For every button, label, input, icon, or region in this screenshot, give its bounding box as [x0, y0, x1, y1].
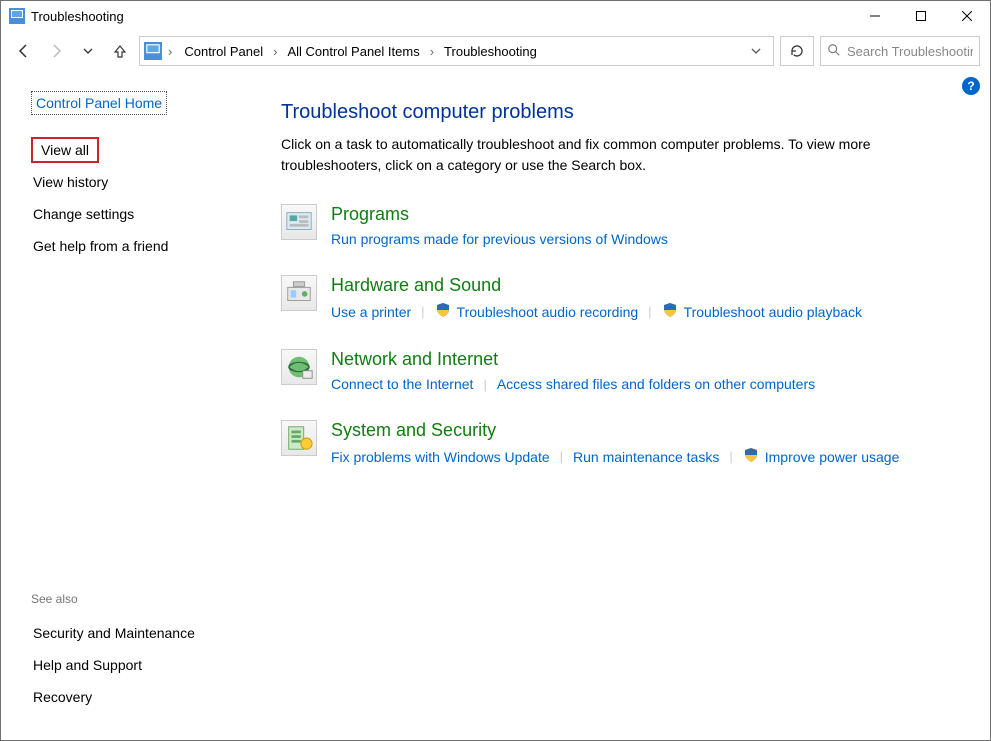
chevron-right-icon[interactable]: ›	[428, 44, 436, 59]
task-link-label: Run programs made for previous versions …	[331, 231, 668, 247]
help-icon[interactable]: ?	[962, 77, 980, 95]
content-area: Control Panel Home View all View history…	[1, 71, 990, 740]
back-button[interactable]	[11, 38, 37, 64]
uac-shield-icon	[435, 302, 451, 321]
close-button[interactable]	[944, 1, 990, 31]
category-links: Fix problems with Windows Update | Run mai…	[331, 447, 899, 466]
recent-locations-button[interactable]	[75, 38, 101, 64]
task-link-label: Improve power usage	[765, 449, 900, 465]
category-programs: Programs Run programs made for previous v…	[281, 204, 960, 247]
link-separator: |	[729, 449, 732, 464]
seealso-recovery[interactable]: Recovery	[31, 684, 94, 710]
task-link[interactable]: Connect to the Internet	[331, 376, 473, 392]
search-box[interactable]	[820, 36, 980, 66]
task-link[interactable]: Troubleshoot audio playback	[662, 302, 863, 321]
window-title: Troubleshooting	[31, 9, 852, 24]
programs-icon	[281, 204, 317, 240]
sidebar-view-history[interactable]: View history	[31, 169, 110, 195]
link-separator: |	[560, 449, 563, 464]
sidebar: Control Panel Home View all View history…	[1, 71, 251, 740]
page-heading: Troubleshoot computer problems	[281, 101, 960, 124]
task-link-label: Troubleshoot audio playback	[684, 304, 863, 320]
task-link-label: Fix problems with Windows Update	[331, 449, 550, 465]
sidebar-get-help[interactable]: Get help from a friend	[31, 233, 170, 259]
task-link-label: Access shared files and folders on other…	[497, 376, 815, 392]
address-dropdown-button[interactable]	[743, 38, 769, 64]
maximize-button[interactable]	[898, 1, 944, 31]
main-panel: Troubleshoot computer problems Click on …	[251, 71, 990, 740]
task-link[interactable]: Run maintenance tasks	[573, 449, 719, 465]
task-link-label: Connect to the Internet	[331, 376, 473, 392]
seealso-security[interactable]: Security and Maintenance	[31, 620, 197, 646]
hardware-icon	[281, 275, 317, 311]
seealso-help[interactable]: Help and Support	[31, 652, 144, 678]
uac-shield-icon	[743, 447, 759, 466]
breadcrumb-troubleshooting[interactable]: Troubleshooting	[438, 42, 543, 61]
breadcrumb: Control Panel › All Control Panel Items …	[178, 42, 739, 61]
chevron-right-icon[interactable]: ›	[166, 44, 174, 59]
category-network-and-internet: Network and Internet Connect to the Inter…	[281, 349, 960, 392]
task-link[interactable]: Troubleshoot audio recording	[435, 302, 639, 321]
task-link[interactable]: Fix problems with Windows Update	[331, 449, 550, 465]
category-title[interactable]: Programs	[331, 204, 668, 225]
refresh-button[interactable]	[780, 36, 814, 66]
category-title[interactable]: Hardware and Sound	[331, 275, 862, 296]
category-system-and-security: System and Security Fix problems with Win…	[281, 420, 960, 466]
minimize-button[interactable]	[852, 1, 898, 31]
forward-button[interactable]	[43, 38, 69, 64]
task-link-label: Troubleshoot audio recording	[457, 304, 639, 320]
category-links: Use a printer | Troubleshoot audio recordi…	[331, 302, 862, 321]
search-icon	[827, 43, 841, 60]
category-title[interactable]: System and Security	[331, 420, 899, 441]
location-icon	[144, 42, 162, 60]
task-link-label: Use a printer	[331, 304, 411, 320]
system-icon	[281, 420, 317, 456]
page-intro: Click on a task to automatically trouble…	[281, 134, 960, 176]
network-icon	[281, 349, 317, 385]
titlebar: Troubleshooting	[1, 1, 990, 31]
task-link[interactable]: Improve power usage	[743, 447, 900, 466]
category-links: Connect to the Internet | Access shared fi…	[331, 376, 815, 392]
link-separator: |	[421, 304, 424, 319]
link-separator: |	[483, 377, 486, 392]
see-also-header: See also	[31, 592, 78, 606]
category-hardware-and-sound: Hardware and Sound Use a printer | Troubles…	[281, 275, 960, 321]
control-panel-home-link[interactable]: Control Panel Home	[31, 91, 167, 115]
address-bar[interactable]: › Control Panel › All Control Panel Item…	[139, 36, 774, 66]
task-link[interactable]: Run programs made for previous versions …	[331, 231, 668, 247]
toolbar: › Control Panel › All Control Panel Item…	[1, 31, 990, 71]
search-input[interactable]	[847, 44, 973, 59]
breadcrumb-control-panel[interactable]: Control Panel	[178, 42, 269, 61]
category-title[interactable]: Network and Internet	[331, 349, 815, 370]
chevron-right-icon[interactable]: ›	[271, 44, 279, 59]
app-icon	[9, 8, 25, 24]
uac-shield-icon	[662, 302, 678, 321]
sidebar-change-settings[interactable]: Change settings	[31, 201, 136, 227]
sidebar-view-all[interactable]: View all	[31, 137, 99, 163]
task-link[interactable]: Use a printer	[331, 304, 411, 320]
task-link-label: Run maintenance tasks	[573, 449, 719, 465]
task-link[interactable]: Access shared files and folders on other…	[497, 376, 815, 392]
category-links: Run programs made for previous versions …	[331, 231, 668, 247]
up-button[interactable]	[107, 38, 133, 64]
breadcrumb-all-items[interactable]: All Control Panel Items	[281, 42, 425, 61]
link-separator: |	[648, 304, 651, 319]
